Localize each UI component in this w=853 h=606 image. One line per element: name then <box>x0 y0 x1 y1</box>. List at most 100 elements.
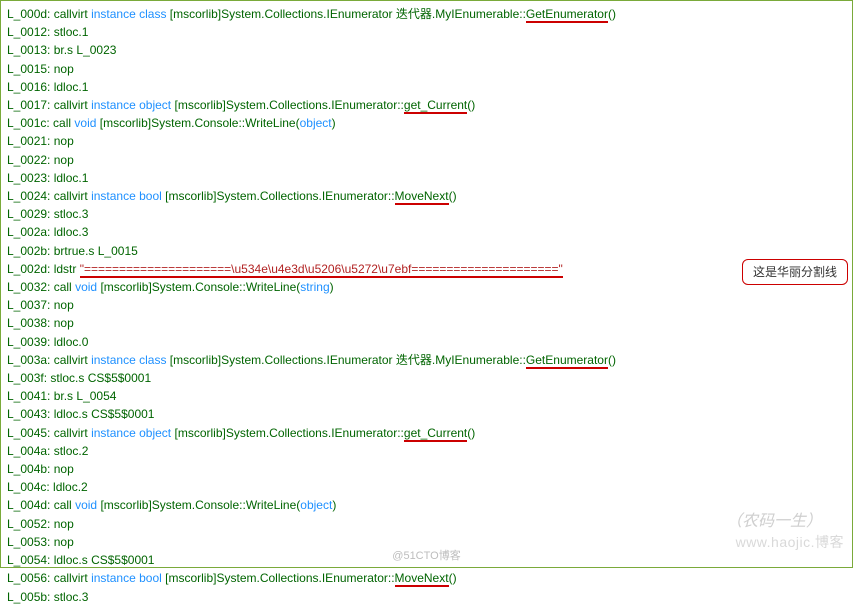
line-address: L_0015: <box>7 62 54 76</box>
line-address: L_0037: <box>7 298 54 312</box>
method-name: GetEnumerator <box>526 7 608 23</box>
paren-close: ) <box>332 498 336 512</box>
opcode: ldstr <box>54 262 77 276</box>
opcode: stloc.3 <box>54 207 89 221</box>
paren: () <box>449 571 457 585</box>
opcode: nop <box>54 316 74 330</box>
code-line: L_0039: ldloc.0 <box>7 333 846 351</box>
line-address: L_003f: <box>7 371 50 385</box>
opcode: nop <box>54 535 74 549</box>
line-address: L_0012: <box>7 25 54 39</box>
code-line: L_002d: ldstr "=====================\u53… <box>7 260 846 278</box>
paren-close: ) <box>332 116 336 130</box>
line-address: L_0039: <box>7 335 54 349</box>
line-address: L_0052: <box>7 517 54 531</box>
code-line: L_0016: ldloc.1 <box>7 78 846 96</box>
op-arg: L_0023 <box>76 43 116 57</box>
code-line: L_0017: callvirt instance object [mscorl… <box>7 96 846 114</box>
code-line: L_003a: callvirt instance class [mscorli… <box>7 351 846 369</box>
code-line: L_000d: callvirt instance class [mscorli… <box>7 5 846 23</box>
opcode: callvirt <box>54 426 88 440</box>
code-line: L_0053: nop <box>7 533 846 551</box>
code-line: L_002a: ldloc.3 <box>7 223 846 241</box>
keyword: object <box>300 498 332 512</box>
line-address: L_002d: <box>7 262 54 276</box>
opcode: nop <box>54 462 74 476</box>
line-address: L_003a: <box>7 353 54 367</box>
code-line: L_0043: ldloc.s CS$5$0001 <box>7 405 846 423</box>
keyword: instance bool <box>91 571 162 585</box>
code-line: L_0041: br.s L_0054 <box>7 387 846 405</box>
code-line: L_0013: br.s L_0023 <box>7 41 846 59</box>
code-line: L_0037: nop <box>7 296 846 314</box>
opcode: ldloc.3 <box>54 225 89 239</box>
line-address: L_004d: <box>7 498 54 512</box>
opcode: ldloc.s <box>54 407 88 421</box>
op-arg: CS$5$0001 <box>88 371 151 385</box>
keyword: object <box>300 116 332 130</box>
opcode: ldloc.2 <box>53 480 88 494</box>
keyword: void <box>75 498 97 512</box>
code-line: L_004a: stloc.2 <box>7 442 846 460</box>
opcode: nop <box>54 298 74 312</box>
code-line: L_002b: brtrue.s L_0015 <box>7 242 846 260</box>
call-target: [mscorlib]System.Collections.IEnumerator… <box>165 571 394 585</box>
line-address: L_0056: <box>7 571 54 585</box>
line-address: L_0043: <box>7 407 54 421</box>
code-line: L_0021: nop <box>7 132 846 150</box>
paren: () <box>449 189 457 203</box>
keyword: instance class <box>91 353 166 367</box>
line-address: L_002a: <box>7 225 54 239</box>
opcode: ldloc.0 <box>54 335 89 349</box>
opcode: br.s <box>54 389 73 403</box>
line-address: L_0016: <box>7 80 54 94</box>
line-address: L_005b: <box>7 590 54 604</box>
code-line: L_0015: nop <box>7 60 846 78</box>
call-target: [mscorlib]System.Console::WriteLine( <box>100 498 300 512</box>
paren-close: ) <box>330 280 334 294</box>
code-line: L_0038: nop <box>7 314 846 332</box>
line-address: L_000d: <box>7 7 54 21</box>
line-address: L_002b: <box>7 244 54 258</box>
call-target: [mscorlib]System.Console::WriteLine( <box>100 116 300 130</box>
line-address: L_0013: <box>7 43 54 57</box>
callout-divider-note: 这是华丽分割线 <box>742 259 848 285</box>
line-address: L_004a: <box>7 444 54 458</box>
opcode: callvirt <box>54 353 88 367</box>
opcode: stloc.1 <box>54 25 89 39</box>
opcode: brtrue.s <box>54 244 95 258</box>
line-address: L_0024: <box>7 189 54 203</box>
line-address: L_004c: <box>7 480 53 494</box>
method-name: get_Current <box>404 98 467 114</box>
paren: () <box>467 98 475 112</box>
keyword: instance object <box>91 98 171 112</box>
call-target: [mscorlib]System.Collections.IEnumerator… <box>174 98 403 112</box>
op-arg: L_0054 <box>76 389 116 403</box>
opcode: stloc.2 <box>54 444 89 458</box>
line-address: L_004b: <box>7 462 54 476</box>
method-name: MoveNext <box>395 571 449 587</box>
line-address: L_0021: <box>7 134 54 148</box>
code-line: L_0052: nop <box>7 515 846 533</box>
line-address: L_0022: <box>7 153 54 167</box>
call-target: [mscorlib]System.Collections.IEnumerator… <box>170 353 526 367</box>
code-line: L_0023: ldloc.1 <box>7 169 846 187</box>
keyword: instance bool <box>91 189 162 203</box>
op-arg: CS$5$0001 <box>91 553 154 567</box>
code-lines: L_000d: callvirt instance class [mscorli… <box>7 5 846 606</box>
keyword: void <box>75 280 97 294</box>
code-line: L_003f: stloc.s CS$5$0001 <box>7 369 846 387</box>
opcode: ldloc.1 <box>54 80 89 94</box>
code-line: L_005b: stloc.3 <box>7 588 846 606</box>
line-address: L_0041: <box>7 389 54 403</box>
opcode: call <box>54 498 72 512</box>
code-line: L_004b: nop <box>7 460 846 478</box>
code-line: L_001c: call void [mscorlib]System.Conso… <box>7 114 846 132</box>
opcode: ldloc.1 <box>54 171 89 185</box>
il-code-panel: L_000d: callvirt instance class [mscorli… <box>0 0 853 568</box>
line-address: L_0029: <box>7 207 54 221</box>
keyword: instance class <box>91 7 166 21</box>
code-line: L_0029: stloc.3 <box>7 205 846 223</box>
code-line: L_0012: stloc.1 <box>7 23 846 41</box>
paren: () <box>608 7 616 21</box>
